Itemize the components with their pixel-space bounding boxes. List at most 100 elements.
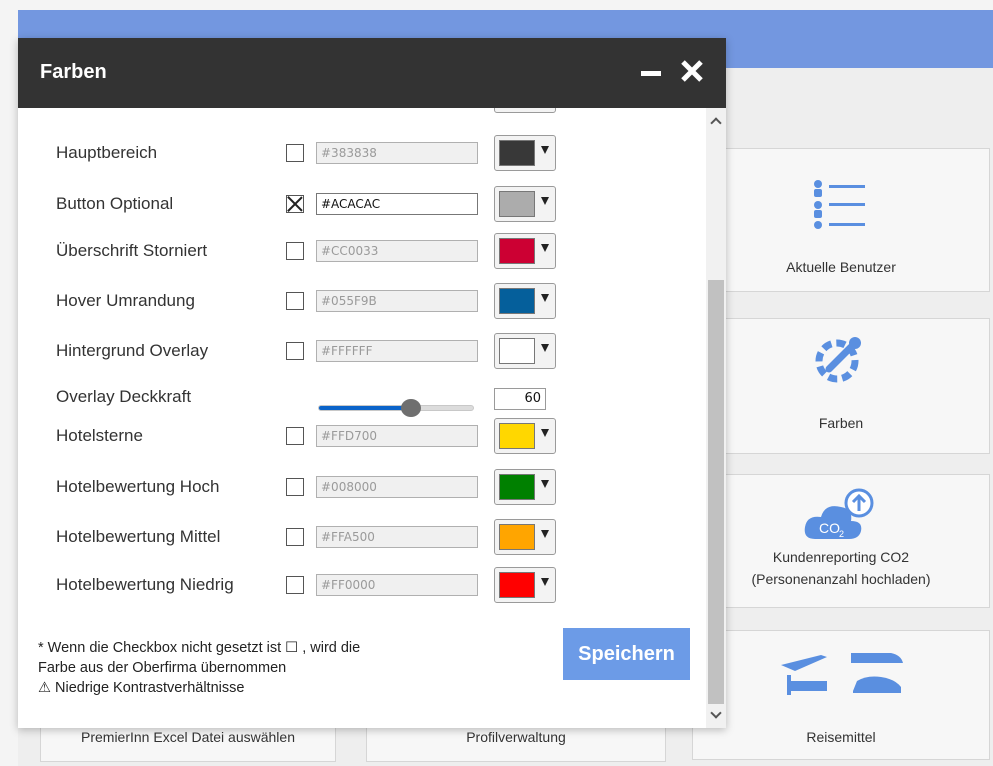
cloud-upload-icon: CO 2 [804,488,874,539]
row-label: Hotelbewertung Hoch [56,477,220,496]
tile-label: PremierInn Excel Datei auswählen [81,729,295,745]
user-list-icon [814,180,865,229]
hex-input[interactable]: #383838 [316,142,478,164]
colors-dialog: Farben Verlauf Rechts#293A5B Hauptbereich… [18,38,726,728]
tile-label: Aktuelle Benutzer [786,259,896,275]
color-row: Button Optional #ACACAC [18,183,706,227]
row-label: Überschrift Storniert [56,241,208,260]
color-swatch [499,238,535,264]
hex-input[interactable]: #FFFFFF [316,340,478,362]
footnote-line1: * Wenn die Checkbox nicht gesetzt ist ☐ … [38,640,361,656]
close-icon[interactable] [679,57,705,85]
hex-input[interactable]: #008000 [316,476,478,498]
chevron-down-icon [541,530,549,538]
hex-input[interactable]: #FF0000 [316,574,478,596]
chevron-down-icon [541,429,549,437]
hex-input[interactable]: #FFD700 [316,425,478,447]
hex-input[interactable]: #CC0033 [316,240,478,262]
row-label: Overlay Deckkraft [56,387,192,406]
chevron-down-icon [541,146,549,154]
chevron-down-icon [541,294,549,302]
color-swatch [499,572,535,598]
color-picker-dropdown[interactable] [494,469,556,505]
color-row: Hotelbewertung Mittel #FFA500 [18,516,706,560]
tile-farben[interactable]: Farben [692,318,990,454]
row-label: Hotelbewertung Niedrig [56,575,234,594]
color-swatch [499,474,535,500]
color-swatch [499,338,535,364]
color-row: Hotelbewertung Hoch #008000 [18,466,706,510]
color-row: Hotelbewertung Niedrig #FF0000 [18,564,706,608]
chevron-down-icon [541,244,549,252]
color-picker-dropdown[interactable] [494,283,556,319]
svg-text:2: 2 [839,529,844,539]
override-checkbox[interactable] [286,342,304,360]
tile-label-line2: (Personenanzahl hochladen) [751,571,931,587]
dialog-scrollbar[interactable] [706,108,726,728]
overlay-opacity-input[interactable]: 60 [494,388,546,410]
tile-label: Reisemittel [806,729,876,745]
row-label: Hauptbereich [56,143,158,162]
color-swatch [499,524,535,550]
color-picker-dropdown[interactable] [494,233,556,269]
color-swatch [499,140,535,166]
color-picker-dropdown[interactable] [494,135,556,171]
color-swatch [499,288,535,314]
override-checkbox[interactable] [286,528,304,546]
footnote-line3: ⚠ Niedrige Kontrastverhältnisse [38,680,245,696]
svg-text:CO: CO [819,520,840,536]
tile-label: Profilverwaltung [466,729,566,745]
tile-label-line1: Kundenreporting CO2 [772,549,910,565]
slider-fill [319,406,412,410]
color-row: Hover Umrandung #055F9B [18,280,706,324]
minimize-icon[interactable] [641,59,663,85]
scroll-down-icon[interactable] [706,706,726,724]
footnote: * Wenn die Checkbox nicht gesetzt ist ☐ … [38,638,478,698]
override-checkbox[interactable] [286,576,304,594]
color-row: Hotelsterne #FFD700 [18,415,706,459]
override-checkbox[interactable] [286,292,304,310]
scroll-thumb[interactable] [708,280,724,704]
row-label: Button Optional [56,194,174,213]
override-checkbox[interactable] [286,144,304,162]
color-picker-dropdown[interactable] [494,418,556,454]
color-row: Verlauf Rechts#293A5B [18,108,706,118]
chevron-down-icon [541,480,549,488]
row-label: Hotelbewertung Mittel [56,527,221,546]
tile-aktuelle-benutzer[interactable]: Aktuelle Benutzer [692,148,990,292]
override-checkbox[interactable] [286,478,304,496]
override-checkbox[interactable] [286,242,304,260]
color-dropper-icon [815,337,861,383]
overlay-opacity-slider[interactable] [318,399,474,417]
color-picker-dropdown[interactable] [494,333,556,369]
dialog-title: Farben [40,61,107,83]
scroll-up-icon[interactable] [706,112,726,130]
chevron-down-icon [541,344,549,352]
chevron-down-icon [541,197,549,205]
color-picker-dropdown[interactable] [494,519,556,555]
override-checkbox[interactable] [286,195,304,213]
color-picker-dropdown[interactable] [494,567,556,603]
override-checkbox[interactable] [286,427,304,445]
hex-input[interactable]: #055F9B [316,290,478,312]
color-row: Hintergrund Overlay #FFFFFF [18,330,706,374]
transport-icons [781,653,903,695]
color-row: Überschrift Storniert #CC0033 [18,230,706,274]
tile-label: Farben [818,415,864,431]
color-picker-dropdown[interactable] [494,108,556,113]
row-label: Hover Umrandung [56,291,195,310]
color-picker-dropdown[interactable] [494,186,556,222]
hex-input[interactable]: #FFA500 [316,526,478,548]
tile-kundenreporting[interactable]: CO 2 Kundenreporting CO2 (Personenanzahl… [692,474,990,608]
dialog-header: Farben [18,38,726,108]
row-label: Hotelsterne [56,426,143,445]
row-label: Hintergrund Overlay [56,341,209,360]
hex-input[interactable]: #ACACAC [316,193,478,215]
dialog-body: Verlauf Rechts#293A5B Hauptbereich #383838… [18,108,706,728]
chevron-down-icon [541,578,549,586]
save-button[interactable]: Speichern [563,628,690,680]
tile-reisemittel[interactable]: Reisemittel [692,630,990,760]
color-row: Hauptbereich #383838 [18,132,706,176]
color-swatch [499,191,535,217]
footnote-line2: Farbe aus der Oberfirma übernommen [38,660,287,676]
